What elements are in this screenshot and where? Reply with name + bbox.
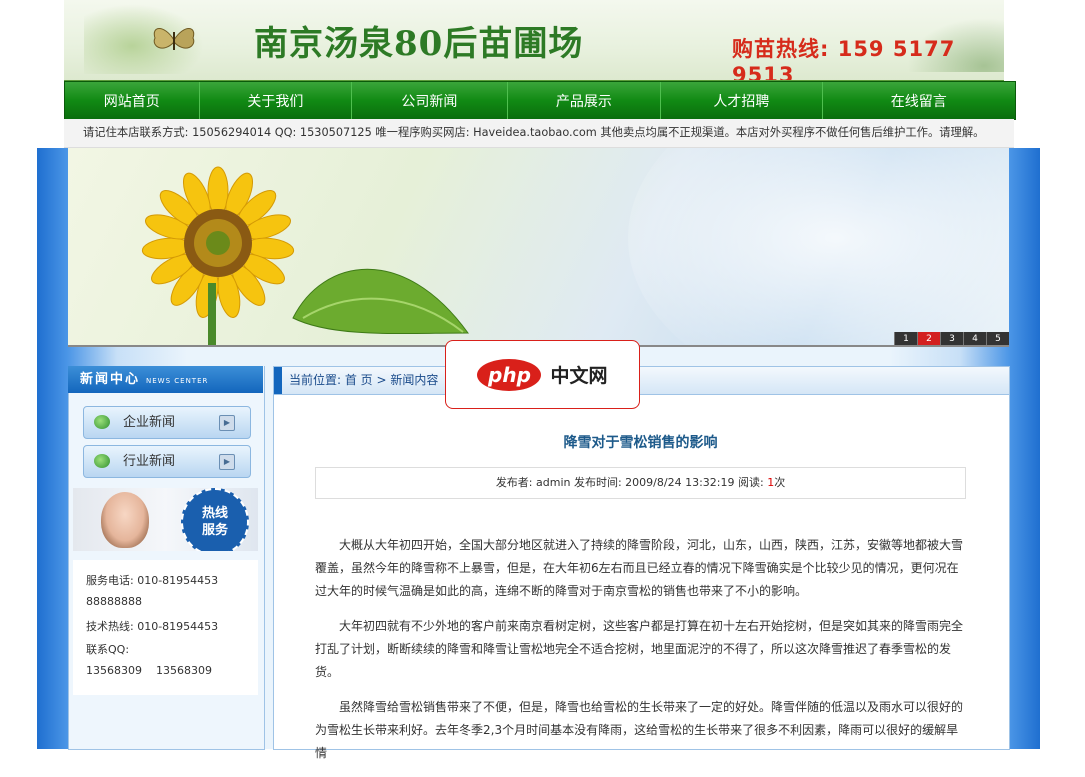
operator-image xyxy=(101,492,149,548)
article-body: 大概从大年初四开始，全国大部分地区就进入了持续的降雪阶段，河北，山东，山西，陕西… xyxy=(315,534,965,777)
hotline-service-banner: 热线 服务 xyxy=(73,488,258,551)
article-paragraph: 虽然降雪给雪松销售带来了不便，但是，降雪也给雪松的生长带来了一定的好处。降雪伴随… xyxy=(315,700,964,760)
qq-label: 联系QQ: xyxy=(86,643,130,656)
qq-values: 13568309 13568309 xyxy=(86,664,212,677)
contact-info: 服务电话: 010-81954453 88888888 技术热线: 010-81… xyxy=(73,560,258,695)
sidebar-item-label: 行业新闻 xyxy=(123,454,176,469)
content-header: 当前位置: 首 页 > 新闻内容 xyxy=(273,366,1010,395)
slider-page-4[interactable]: 4 xyxy=(963,332,986,345)
php-cn-watermark: php 中文网 xyxy=(445,340,640,409)
slider-page-2[interactable]: 2 xyxy=(917,332,940,345)
php-logo-pill: php xyxy=(477,358,542,391)
slider-page-5[interactable]: 5 xyxy=(986,332,1009,345)
nav-item-about[interactable]: 关于我们 xyxy=(200,82,353,119)
site-header: 南京汤泉80后苗圃场 购苗热线: 159 5177 9513 xyxy=(64,0,1004,83)
article-paragraph: 大年初四就有不少外地的客户前来南京看树定树，这些客户都是打算在初十左右开始挖树，… xyxy=(315,619,964,679)
arrow-right-icon: ▶ xyxy=(219,415,235,431)
nav-item-jobs[interactable]: 人才招聘 xyxy=(661,82,823,119)
nav-item-home[interactable]: 网站首页 xyxy=(65,82,200,119)
slider-decoration xyxy=(628,148,1009,345)
hotline-badge-line1: 热线 xyxy=(201,506,228,521)
butterfly-icon xyxy=(153,28,195,50)
sidebar-item-company-news[interactable]: 企业新闻 ▶ xyxy=(83,406,251,439)
slider-page-1[interactable]: 1 xyxy=(894,332,917,345)
meta-suffix: 次 xyxy=(774,476,786,489)
tech-hotline: 技术热线: 010-81954453 xyxy=(86,620,219,633)
sidebar-header: 新闻中心 NEWS CENTER xyxy=(68,366,263,393)
site-title: 南京汤泉80后苗圃场 xyxy=(254,24,584,64)
hotline-badge: 热线 服务 xyxy=(181,488,249,551)
breadcrumb[interactable]: 当前位置: 首 页 > 新闻内容 xyxy=(289,367,438,394)
sidebar-item-label: 企业新闻 xyxy=(123,415,176,430)
nav-item-products[interactable]: 产品展示 xyxy=(508,82,662,119)
article-paragraph: 大概从大年初四开始，全国大部分地区就进入了持续的降雪阶段，河北，山东，山西，陕西… xyxy=(315,538,964,598)
hotline-badge-line2: 服务 xyxy=(201,523,228,538)
meta-text: 发布者: admin 发布时间: 2009/8/24 13:32:19 阅读: xyxy=(495,476,768,489)
main-nav: 网站首页 关于我们 公司新闻 产品展示 人才招聘 在线留言 xyxy=(64,81,1016,120)
leaf-icon xyxy=(94,454,110,468)
service-phone-extra: 88888888 xyxy=(86,595,142,608)
nav-item-news[interactable]: 公司新闻 xyxy=(352,82,508,119)
article-meta: 发布者: admin 发布时间: 2009/8/24 13:32:19 阅读: … xyxy=(315,467,966,499)
slider-page-3[interactable]: 3 xyxy=(940,332,963,345)
sidebar-title-en: NEWS CENTER xyxy=(146,377,209,385)
php-logo-text: 中文网 xyxy=(550,365,608,387)
header-accent xyxy=(274,367,282,394)
sidebar-item-industry-news[interactable]: 行业新闻 ▶ xyxy=(83,445,251,478)
arrow-right-icon: ▶ xyxy=(219,454,235,470)
hotline-text: 购苗热线: 159 5177 9513 xyxy=(732,37,956,83)
article-title: 降雪对于雪松销售的影响 xyxy=(563,435,718,451)
leaf-image xyxy=(292,268,469,335)
service-phone: 服务电话: 010-81954453 xyxy=(86,574,219,587)
sidebar-title: 新闻中心 xyxy=(80,372,141,387)
banner-slider: 1 2 3 4 5 xyxy=(68,148,1009,347)
nav-item-guestbook[interactable]: 在线留言 xyxy=(823,82,1015,119)
slider-pager: 1 2 3 4 5 xyxy=(894,332,1009,345)
notice-bar: 请记住本店联系方式: 15056294014 QQ: 1530507125 唯一… xyxy=(64,119,1014,148)
leaf-icon xyxy=(94,415,110,429)
